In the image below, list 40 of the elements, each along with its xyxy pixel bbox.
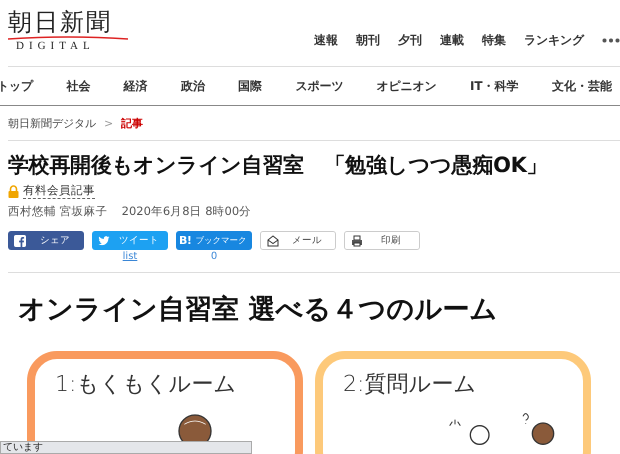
more-icon[interactable] (602, 38, 620, 43)
category-tab[interactable]: 政治 (180, 78, 205, 94)
category-tab[interactable]: 経済 (124, 78, 148, 94)
top-nav-link[interactable]: 朝刊 (356, 32, 380, 49)
share-button[interactable]: B! ブックマーク (176, 231, 252, 250)
share-count[interactable]: list (122, 251, 138, 262)
category-tab[interactable]: 国際 (238, 78, 262, 94)
category-tab[interactable]: 文化・芸能 (552, 78, 612, 94)
infographic-title: オンライン自習室 選べる４つのルーム (18, 293, 498, 327)
category-tab[interactable]: スポーツ (295, 78, 344, 94)
top-nav-link[interactable]: ランキング (524, 32, 584, 49)
top-nav-link[interactable]: 速報 (314, 32, 338, 49)
category-tab[interactable]: 社会 (66, 78, 90, 94)
category-tab[interactable]: IT・科学 (470, 78, 519, 94)
category-tab[interactable]: オピニオン (376, 78, 437, 94)
logo-subtitle: DIGITAL (15, 40, 95, 52)
author-names: 西村悠輔 宮坂麻子 (8, 204, 108, 219)
room-label: 2:質問ルーム (343, 371, 478, 399)
category-tab[interactable]: トップ (0, 78, 33, 94)
share-button[interactable]: シェア (8, 231, 84, 250)
facebook-icon (14, 234, 26, 246)
lock-icon (8, 184, 19, 198)
room-label: 1:もくもくルーム (55, 371, 238, 399)
share-count: 0 (210, 251, 218, 262)
share-button[interactable]: メール (260, 231, 336, 250)
publish-date: 2020年6月8日 8時00分 (122, 204, 252, 219)
envelope-icon (267, 234, 279, 246)
bird-icon (98, 234, 110, 246)
top-nav-link[interactable]: 特集 (482, 32, 506, 49)
members-badge[interactable]: 有料会員記事 (23, 183, 95, 199)
share-button[interactable]: 印刷 (344, 231, 420, 250)
logo-title[interactable]: 朝日新聞 (8, 8, 112, 36)
status-bar: ています (0, 441, 252, 454)
breadcrumb-separator: > (104, 116, 114, 130)
hatena-logo: B! (179, 234, 192, 247)
article-title: 学校再開後もオンライン自習室 「勉強しつつ愚痴OK」 (8, 152, 548, 179)
top-nav-link[interactable]: 夕刊 (398, 32, 422, 49)
breadcrumb-link[interactable]: 朝日新聞デジタル (8, 116, 96, 130)
printer-icon (351, 234, 363, 246)
top-nav-link[interactable]: 連載 (440, 32, 464, 49)
